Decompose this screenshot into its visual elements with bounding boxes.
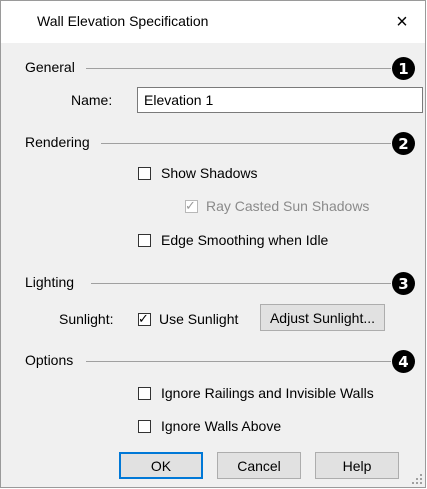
help-button[interactable]: Help xyxy=(315,452,399,479)
name-label: Name: xyxy=(71,92,113,108)
section-general-label: General xyxy=(25,59,75,75)
edge-smoothing-checkbox[interactable] xyxy=(138,234,151,247)
sunlight-label: Sunlight: xyxy=(59,311,114,327)
section-divider xyxy=(86,361,391,362)
title-bar: Wall Elevation Specification × xyxy=(1,1,425,43)
section-lighting-label: Lighting xyxy=(25,274,75,290)
callout-4-icon: 4 xyxy=(392,350,415,373)
resize-grip-icon[interactable] xyxy=(412,474,422,484)
adjust-sunlight-button[interactable]: Adjust Sunlight... xyxy=(260,304,385,331)
name-input[interactable] xyxy=(137,87,423,113)
ignore-railings-label[interactable]: Ignore Railings and Invisible Walls xyxy=(161,385,374,401)
wall-elevation-dialog: Wall Elevation Specification × General 1… xyxy=(0,0,426,488)
section-divider xyxy=(101,143,391,144)
show-shadows-label[interactable]: Show Shadows xyxy=(161,165,258,181)
ray-casted-shadows-label[interactable]: Ray Casted Sun Shadows xyxy=(206,198,369,214)
callout-3-icon: 3 xyxy=(392,272,415,295)
callout-1-icon: 1 xyxy=(392,57,415,80)
section-rendering-label: Rendering xyxy=(25,134,90,150)
ignore-walls-above-label[interactable]: Ignore Walls Above xyxy=(161,418,281,434)
use-sunlight-label[interactable]: Use Sunlight xyxy=(159,311,238,327)
ignore-railings-checkbox[interactable] xyxy=(138,387,151,400)
dialog-title: Wall Elevation Specification xyxy=(37,13,209,29)
show-shadows-checkbox[interactable] xyxy=(138,167,151,180)
edge-smoothing-label[interactable]: Edge Smoothing when Idle xyxy=(161,232,328,248)
cancel-button[interactable]: Cancel xyxy=(217,452,301,479)
section-divider xyxy=(91,283,391,284)
callout-2-icon: 2 xyxy=(392,132,415,155)
close-icon[interactable]: × xyxy=(385,5,419,39)
ok-button[interactable]: OK xyxy=(119,452,203,479)
section-divider xyxy=(86,68,391,69)
section-options-label: Options xyxy=(25,352,74,368)
ignore-walls-above-checkbox[interactable] xyxy=(138,420,151,433)
use-sunlight-checkbox[interactable]: ✓ xyxy=(138,311,151,326)
ray-casted-shadows-checkbox[interactable]: ✓ xyxy=(185,198,198,213)
